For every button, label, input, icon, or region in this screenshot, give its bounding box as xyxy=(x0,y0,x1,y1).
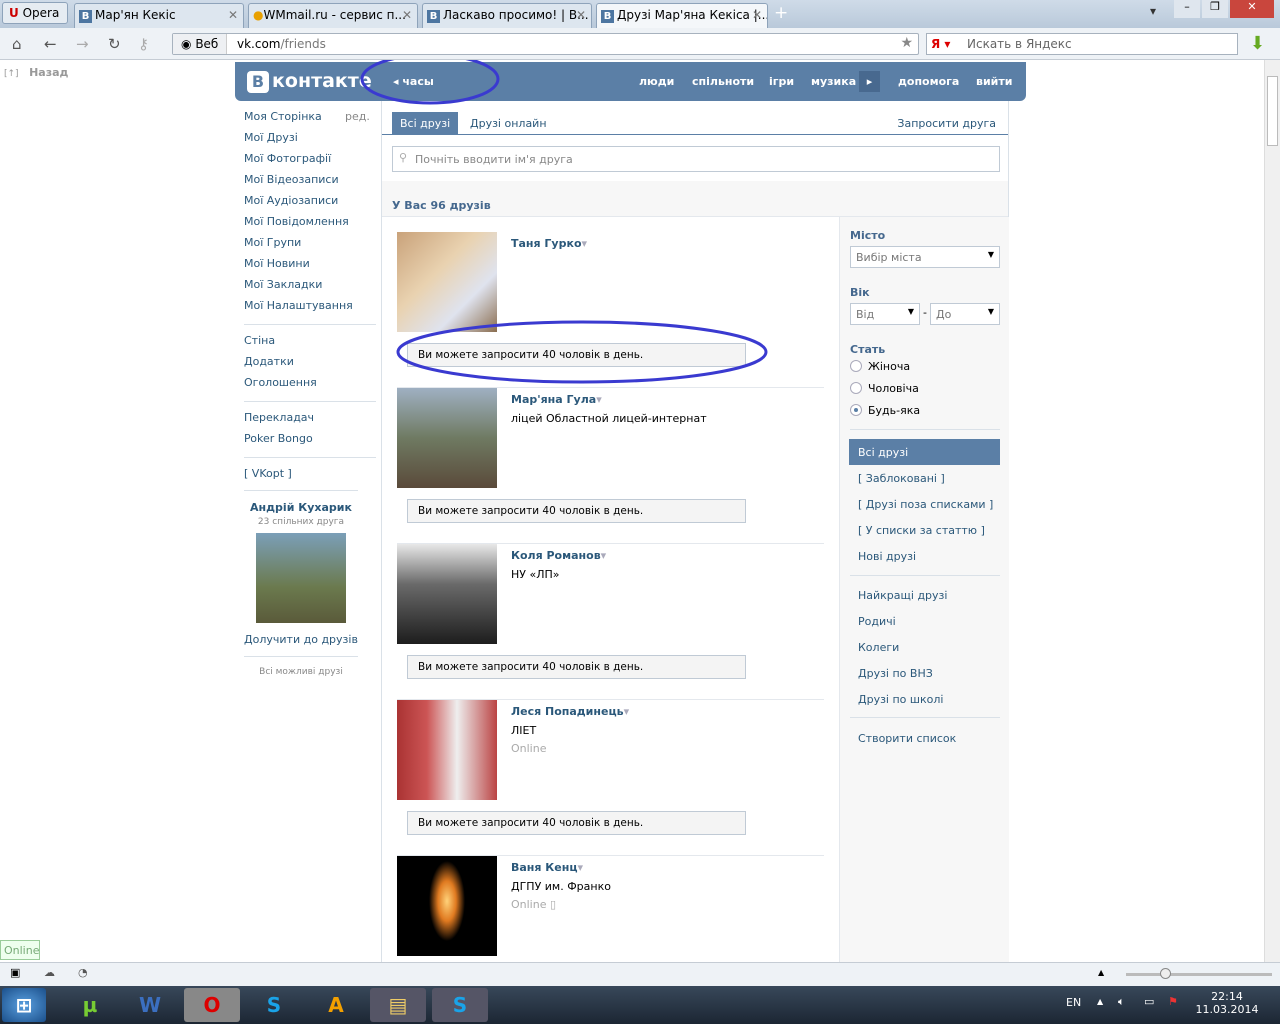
opera-label: Opera xyxy=(22,6,60,20)
utorrent-icon[interactable]: µ xyxy=(62,988,118,1022)
maximize-icon[interactable]: ❐ xyxy=(1202,0,1228,18)
browser-status-bar: ▣ ☁ ◔ ▲ xyxy=(0,962,1280,986)
turbo-icon[interactable]: ◔ xyxy=(78,966,88,979)
aimp-icon[interactable]: A xyxy=(308,988,364,1022)
flag-icon[interactable]: ⚑ xyxy=(1168,995,1178,1008)
web-page: [↑] Назад Вконтакте ◂ часы люди спільнот… xyxy=(0,60,1264,962)
network-icon[interactable]: ▭ xyxy=(1144,995,1154,1008)
tab-title: WMmail.ru - сервис п... xyxy=(263,8,406,22)
time: 22:14 xyxy=(1211,990,1243,1003)
scrollbar-thumb[interactable] xyxy=(1267,76,1278,146)
zoom-arrow-icon[interactable]: ▲ xyxy=(1098,968,1104,977)
window-controls: – ❐ ✕ xyxy=(1174,0,1274,18)
address-bar-row: ⌂ ← → ↻ ⚷ ◉ Веб vk.com/friends ★ Я ▾ Иска… xyxy=(0,28,1280,60)
page-scrollbar[interactable] xyxy=(1264,60,1280,962)
skype-icon[interactable]: S xyxy=(246,988,302,1022)
close-tab-icon[interactable]: ✕ xyxy=(228,8,238,22)
browser-tab-bar: U Opera B Мар'ян Кекіс ✕ ●WMmail.ru - серв… xyxy=(0,0,1280,28)
url-domain: vk.com xyxy=(237,37,281,51)
home-icon[interactable]: ⌂ xyxy=(12,35,22,53)
annotation-circle-invite xyxy=(396,320,768,384)
bookmark-star-icon[interactable]: ★ xyxy=(900,35,913,51)
clock[interactable]: 22:14 11.03.2014 xyxy=(1192,990,1262,1016)
key-icon[interactable]: ⚷ xyxy=(138,35,149,53)
hand-drawn-annotations xyxy=(360,60,768,384)
panel-toggle-icon[interactable]: ▣ xyxy=(10,966,20,979)
search-placeholder: Искать в Яндекс xyxy=(967,37,1072,51)
wmmail-favicon: ● xyxy=(253,8,264,22)
start-button[interactable]: ⊞ xyxy=(2,988,46,1022)
unite-icon[interactable]: ☁ xyxy=(44,966,55,979)
close-tab-icon[interactable]: ✕ xyxy=(402,8,412,22)
opera-menu-button[interactable]: U Opera xyxy=(2,2,68,24)
tab-title: Ласкаво просимо! | В... xyxy=(443,8,589,22)
vk-favicon: B xyxy=(79,10,92,23)
annotation-circle-clock xyxy=(360,60,500,105)
url-path: /friends xyxy=(280,37,326,51)
opera-taskbar-icon[interactable]: O xyxy=(184,988,240,1022)
download-icon[interactable]: ⬇ xyxy=(1250,33,1265,54)
new-tab-icon[interactable]: + xyxy=(774,3,788,23)
yandex-search-input[interactable]: Я ▾ Искать в Яндекс xyxy=(926,33,1238,55)
explorer-icon[interactable]: ▤ xyxy=(370,988,426,1022)
tab-title: Мар'ян Кекіс xyxy=(95,8,176,22)
yandex-icon: Я ▾ xyxy=(931,37,951,51)
url-field[interactable]: ◉ Веб vk.com/friends ★ xyxy=(172,33,919,55)
browser-tab-active[interactable]: B Друзі Мар'яна Кекіса |... ✕ xyxy=(596,3,768,28)
tab-title: Друзі Мар'яна Кекіса |... xyxy=(617,8,768,22)
browser-tab[interactable]: ●WMmail.ru - сервис п... ✕ xyxy=(248,3,418,28)
tab-list-icon[interactable]: ▾ xyxy=(1150,4,1156,18)
browser-tab[interactable]: B Ласкаво просимо! | В... ✕ xyxy=(422,3,592,28)
skype-running-icon[interactable]: S xyxy=(432,988,488,1022)
vk-favicon: B xyxy=(601,10,614,23)
forward-icon[interactable]: → xyxy=(76,35,89,53)
zoom-slider-handle[interactable] xyxy=(1160,968,1171,979)
minimize-icon[interactable]: – xyxy=(1174,0,1200,18)
browser-tab[interactable]: B Мар'ян Кекіс ✕ xyxy=(74,3,244,28)
web-label: Веб xyxy=(195,37,219,51)
reload-icon[interactable]: ↻ xyxy=(108,35,121,53)
zoom-slider[interactable] xyxy=(1126,968,1272,979)
globe-icon: ◉ xyxy=(181,37,192,51)
volume-icon[interactable]: 🔈︎ xyxy=(1118,995,1125,1009)
date: 11.03.2014 xyxy=(1195,1003,1259,1016)
close-tab-icon[interactable]: ✕ xyxy=(576,8,586,22)
online-indicator: Online xyxy=(0,940,40,960)
back-icon[interactable]: ← xyxy=(44,35,57,53)
language-indicator[interactable]: EN xyxy=(1066,996,1081,1009)
tray-expand-icon[interactable]: ▲ xyxy=(1097,997,1103,1006)
close-window-icon[interactable]: ✕ xyxy=(1230,0,1274,18)
close-tab-icon[interactable]: ✕ xyxy=(752,8,762,22)
windows-taskbar: ⊞ µ W O S A ▤ S EN ▲ 🔈︎ ▭ ⚑ 22:14 11.03.2… xyxy=(0,986,1280,1024)
vk-favicon: B xyxy=(427,10,440,23)
word-icon[interactable]: W xyxy=(122,988,178,1022)
